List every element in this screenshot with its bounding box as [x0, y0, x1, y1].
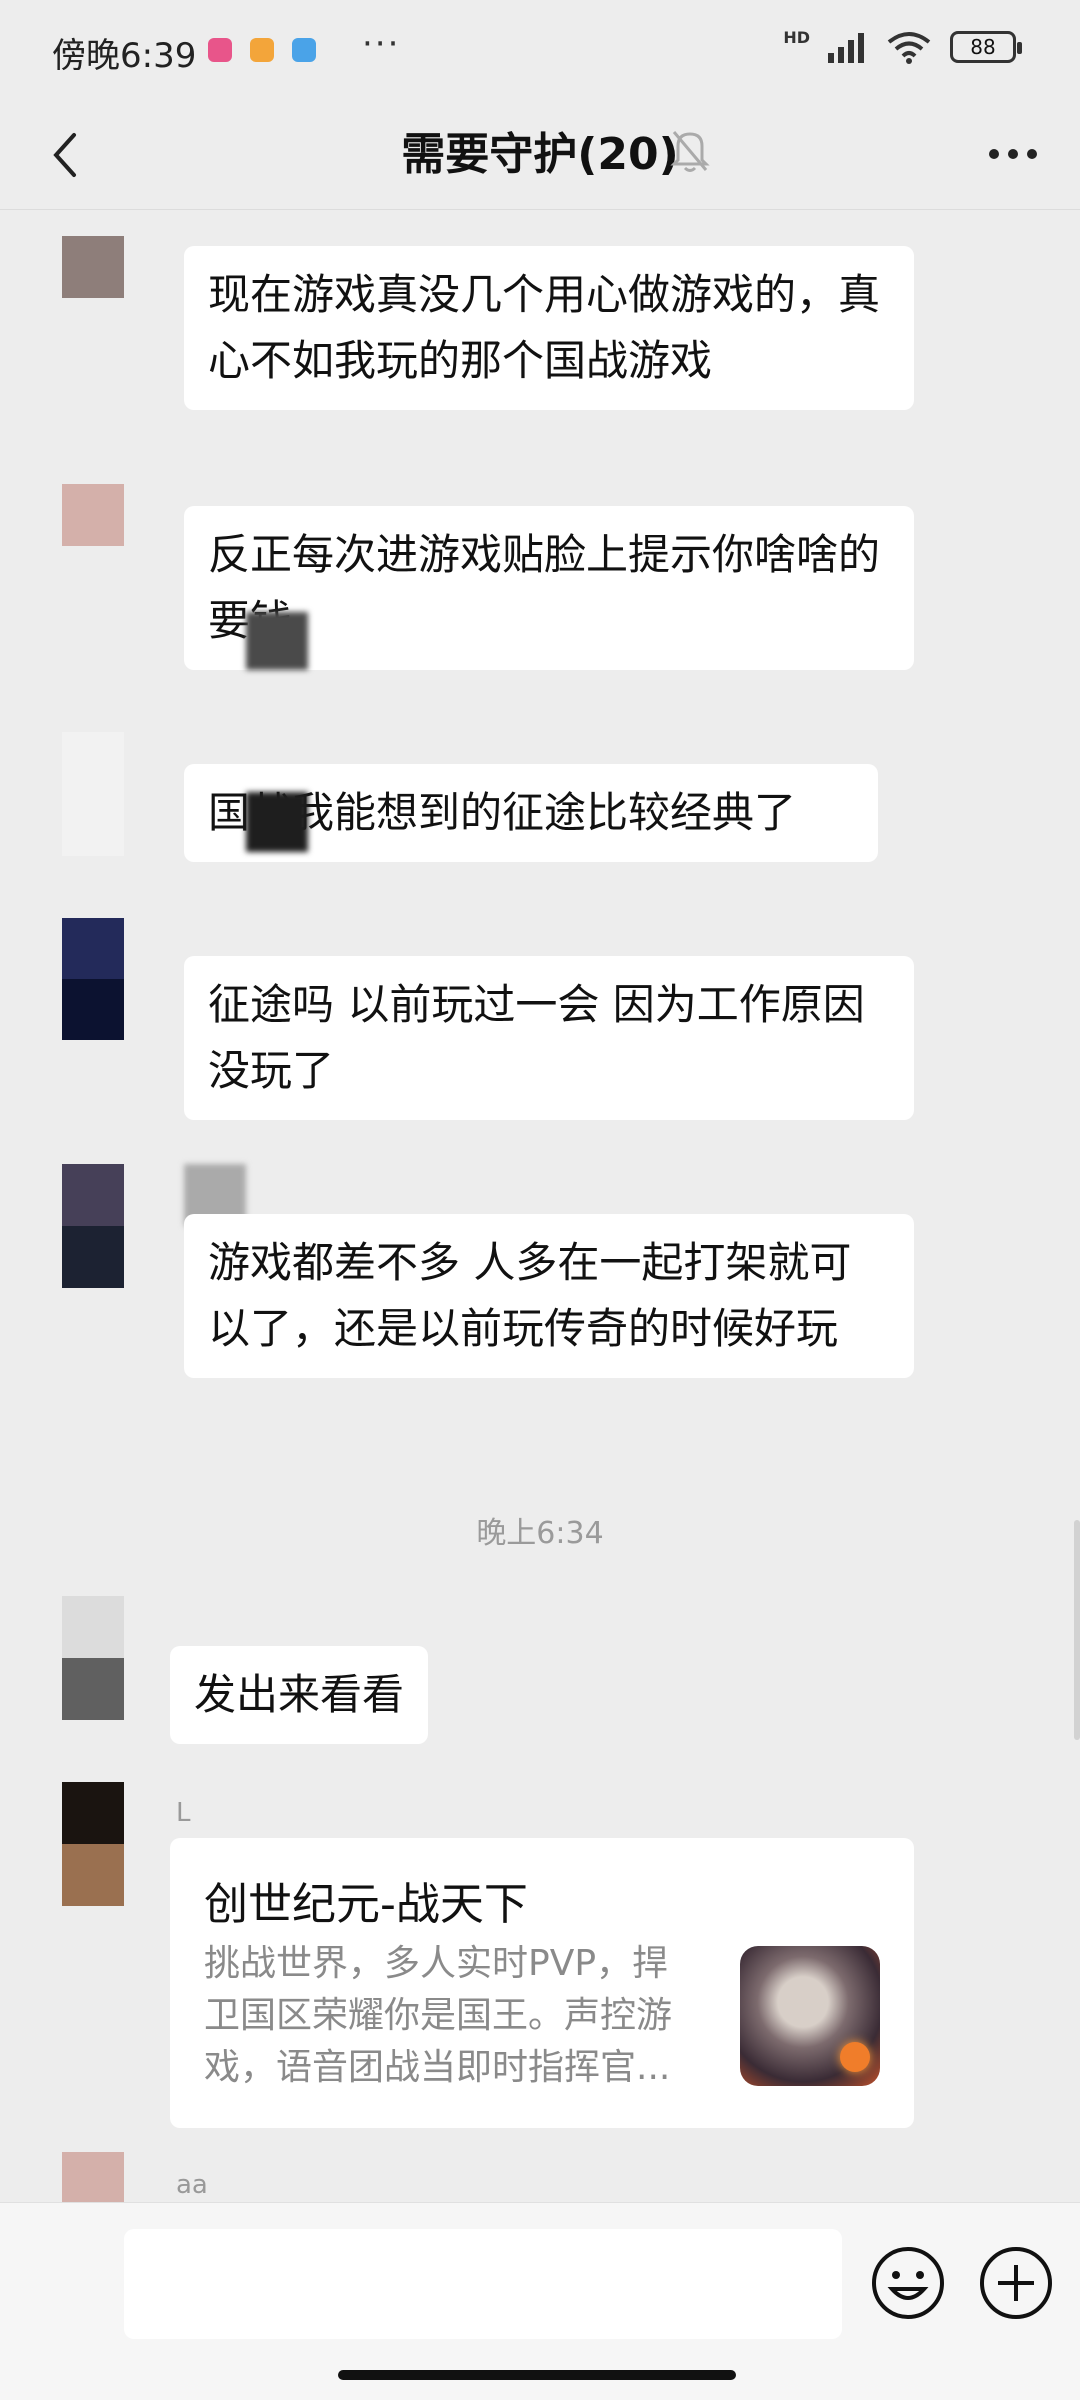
more-dots-icon: [989, 149, 1037, 159]
status-app-icons: [208, 38, 316, 62]
message-bubble[interactable]: 征途吗 以前玩过一会 因为工作原因没玩了: [184, 956, 914, 1120]
mini-program-card[interactable]: 创世纪元-战天下 挑战世界，多人实时PVP，捍卫国区荣耀你是国王。声控游戏，语音…: [170, 1838, 914, 2128]
card-description: 挑战世界，多人实时PVP，捍卫国区荣耀你是国王。声控游戏，语音团战当即时指挥官.…: [204, 1943, 673, 2088]
scrollbar[interactable]: [1074, 1520, 1080, 1740]
plus-circle-icon: [980, 2247, 1052, 2319]
message-bubble[interactable]: 发出来看看: [170, 1646, 429, 1744]
emoji-button[interactable]: [870, 2245, 946, 2325]
message-input[interactable]: [124, 2229, 842, 2339]
cellular-signal-icon: [828, 33, 864, 63]
chat-header: 需要守护(20): [0, 100, 1080, 210]
card-title: 创世纪元-战天下: [204, 1879, 528, 1930]
wifi-icon: [887, 32, 931, 64]
app-notification-icon: [208, 38, 232, 62]
mosaic-redaction: [246, 792, 308, 852]
battery-icon: 88: [950, 31, 1022, 63]
sender-name: L: [176, 1798, 191, 1828]
smiley-icon: [872, 2247, 944, 2319]
message-text: 征途吗 以前玩过一会 因为工作原因没玩了: [208, 980, 865, 1095]
app-notification-icon: [292, 38, 316, 62]
home-indicator[interactable]: [338, 2370, 736, 2380]
bell-off-icon: [670, 131, 710, 172]
status-right-group: HD 88: [783, 27, 1022, 64]
status-time: 傍晚6:39: [52, 36, 197, 76]
status-more-icon: ···: [362, 24, 401, 64]
avatar[interactable]: [62, 484, 124, 546]
timestamp-separator: 晚上6:34: [476, 1516, 604, 1551]
avatar[interactable]: [62, 1596, 124, 1720]
sender-name: aa: [176, 2170, 208, 2200]
avatar[interactable]: [62, 918, 124, 1040]
avatar[interactable]: [62, 1164, 124, 1288]
hd-label: HD: [783, 27, 810, 47]
more-options-button[interactable]: [978, 124, 1048, 184]
message-text: 发出来看看: [194, 1670, 405, 1719]
card-thumbnail: [740, 1946, 880, 2086]
mosaic-redaction: [246, 612, 308, 670]
app-notification-icon: [250, 38, 274, 62]
message-text: 游戏都差不多 人多在一起打架就可以了，还是以前玩传奇的时候好玩: [208, 1238, 852, 1353]
message-bubble[interactable]: 游戏都差不多 人多在一起打架就可以了，还是以前玩传奇的时候好玩: [184, 1214, 914, 1378]
avatar[interactable]: [62, 236, 124, 298]
status-bar: 傍晚6:39 ··· HD 88: [0, 0, 1080, 100]
message-bubble[interactable]: 现在游戏真没几个用心做游戏的，真心不如我玩的那个国战游戏: [184, 246, 914, 410]
avatar[interactable]: [62, 732, 124, 856]
more-functions-button[interactable]: [978, 2245, 1054, 2325]
message-text: 反正每次进游戏贴脸上提示你啥啥的要钱: [208, 530, 881, 645]
avatar[interactable]: [62, 1782, 124, 1906]
message-text: 现在游戏真没几个用心做游戏的，真心不如我玩的那个国战游戏: [208, 270, 881, 385]
chat-title: 需要守护(20): [401, 129, 679, 180]
battery-level: 88: [970, 35, 996, 59]
